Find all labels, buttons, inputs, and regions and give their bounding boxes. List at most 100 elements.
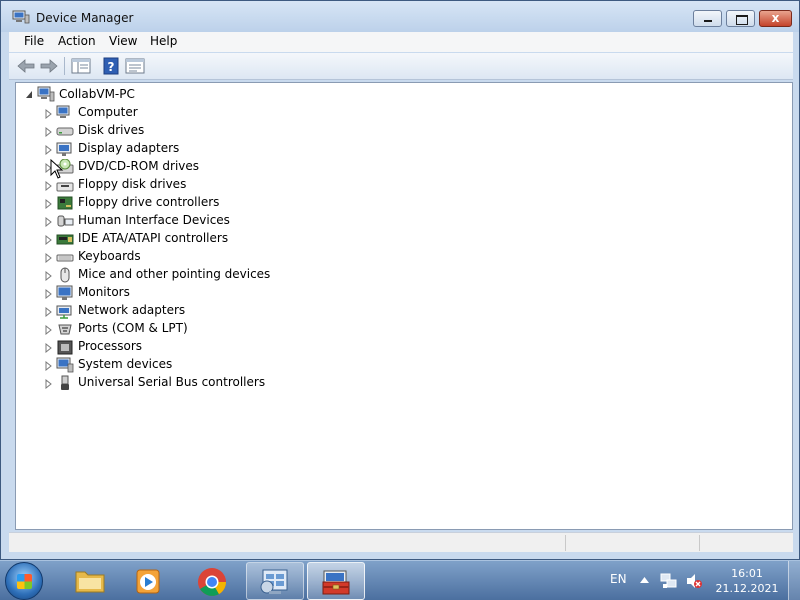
show-hidden-icons-icon[interactable] bbox=[640, 576, 649, 584]
expand-icon[interactable] bbox=[45, 307, 53, 317]
tree-category-label: Display adapters bbox=[78, 141, 180, 155]
floppy-disk-icon bbox=[56, 182, 74, 192]
device-manager-window: Device Manager x File Action View Help ? bbox=[0, 0, 800, 560]
tree-category-label: Keyboards bbox=[78, 249, 141, 263]
expand-icon[interactable] bbox=[45, 235, 53, 245]
media-player-icon bbox=[136, 569, 160, 594]
status-divider bbox=[699, 535, 700, 551]
menu-view[interactable]: View bbox=[109, 34, 137, 48]
minimize-button[interactable] bbox=[693, 10, 722, 27]
close-button[interactable]: x bbox=[759, 10, 792, 27]
title-bar[interactable]: Device Manager x bbox=[1, 1, 799, 32]
control-panel-icon bbox=[260, 569, 288, 594]
clock-date: 21.12.2021 bbox=[715, 582, 779, 595]
expand-icon[interactable] bbox=[45, 253, 53, 263]
expand-icon[interactable] bbox=[45, 145, 53, 155]
port-icon bbox=[58, 324, 72, 335]
tree-category-item[interactable]: Floppy drive controllers bbox=[16, 194, 316, 212]
help-icon[interactable]: ? bbox=[101, 57, 121, 75]
tree-category-label: Disk drives bbox=[78, 123, 145, 137]
tree-category-item[interactable]: Processors bbox=[16, 338, 316, 356]
show-hide-tree-icon[interactable] bbox=[71, 57, 91, 75]
tree-category-label: Universal Serial Bus controllers bbox=[78, 375, 266, 389]
volume-muted-icon[interactable] bbox=[685, 572, 703, 590]
expand-icon[interactable] bbox=[45, 127, 53, 137]
clock[interactable]: 16:01 21.12.2021 bbox=[712, 566, 782, 596]
clock-time: 16:01 bbox=[731, 567, 763, 580]
expand-icon[interactable] bbox=[45, 199, 53, 209]
window-title: Device Manager bbox=[36, 11, 134, 25]
tree-category-label: Computer bbox=[78, 105, 138, 119]
show-desktop-button[interactable] bbox=[788, 561, 800, 600]
tree-category-item[interactable]: Human Interface Devices bbox=[16, 212, 316, 230]
mouse-icon bbox=[60, 267, 70, 283]
chrome-icon bbox=[198, 568, 226, 596]
tree-category-item[interactable]: Display adapters bbox=[16, 140, 316, 158]
expand-icon[interactable] bbox=[45, 325, 53, 335]
keyboard-icon bbox=[56, 254, 74, 262]
tree-category-label: Floppy disk drives bbox=[78, 177, 187, 191]
expand-icon[interactable] bbox=[45, 289, 53, 299]
taskbar-chrome[interactable] bbox=[183, 562, 241, 600]
tree-category-label: Mice and other pointing devices bbox=[78, 267, 271, 281]
expand-icon[interactable] bbox=[45, 343, 53, 353]
tree-category-item[interactable]: Universal Serial Bus controllers bbox=[16, 374, 316, 392]
network-adapter-icon bbox=[56, 305, 72, 319]
taskbar-control-panel[interactable] bbox=[246, 562, 304, 600]
menu-action[interactable]: Action bbox=[58, 34, 96, 48]
tree-category-item[interactable]: Computer bbox=[16, 104, 316, 122]
monitor-icon bbox=[56, 285, 73, 300]
tree-category-item[interactable]: System devices bbox=[16, 356, 316, 374]
taskbar: EN 16:01 21.12.2021 bbox=[0, 560, 800, 600]
expand-icon[interactable] bbox=[45, 217, 53, 227]
expand-icon[interactable] bbox=[45, 109, 53, 119]
device-tree[interactable]: CollabVM-PC Computer Disk drives Display a… bbox=[15, 82, 793, 530]
tree-category-item[interactable]: Mice and other pointing devices bbox=[16, 266, 316, 284]
tree-category-item[interactable]: Monitors bbox=[16, 284, 316, 302]
expand-icon[interactable] bbox=[45, 379, 53, 389]
usb-icon bbox=[61, 375, 69, 390]
taskbar-explorer[interactable] bbox=[61, 562, 119, 600]
tree-category-label: Floppy drive controllers bbox=[78, 195, 220, 209]
device-manager-icon bbox=[12, 10, 30, 24]
collapse-icon[interactable] bbox=[25, 90, 33, 100]
expand-icon[interactable] bbox=[45, 361, 53, 371]
folder-icon bbox=[75, 571, 105, 593]
tree-category-label: IDE ATA/ATAPI controllers bbox=[78, 231, 229, 245]
tree-category-item[interactable]: Disk drives bbox=[16, 122, 316, 140]
maximize-button[interactable] bbox=[726, 10, 755, 27]
forward-arrow-icon[interactable] bbox=[39, 57, 59, 75]
toolbar-separator bbox=[64, 57, 65, 75]
tree-category-label: System devices bbox=[78, 357, 173, 371]
mouse-cursor-icon bbox=[50, 159, 64, 179]
toolbox-icon bbox=[322, 570, 350, 595]
menu-help[interactable]: Help bbox=[150, 34, 177, 48]
ide-controller-icon bbox=[56, 234, 74, 245]
status-divider bbox=[565, 535, 566, 551]
computer-icon bbox=[37, 86, 55, 102]
expand-icon[interactable] bbox=[45, 181, 53, 191]
close-icon: x bbox=[771, 11, 780, 25]
tree-category-label: Processors bbox=[78, 339, 143, 353]
display-adapter-icon bbox=[56, 142, 72, 156]
start-button[interactable] bbox=[5, 562, 43, 600]
tree-category-item[interactable]: IDE ATA/ATAPI controllers bbox=[16, 230, 316, 248]
tree-category-label: Ports (COM & LPT) bbox=[78, 321, 188, 335]
taskbar-device-manager[interactable] bbox=[307, 562, 365, 600]
floppy-controller-icon bbox=[57, 196, 73, 210]
tree-category-item[interactable]: Keyboards bbox=[16, 248, 316, 266]
taskbar-media-player[interactable] bbox=[119, 562, 177, 600]
tree-root[interactable]: CollabVM-PC bbox=[16, 86, 216, 104]
toolbar: ? bbox=[9, 53, 793, 80]
tree-category-label: DVD/CD-ROM drives bbox=[78, 159, 200, 173]
properties-icon[interactable] bbox=[125, 57, 145, 75]
menu-file[interactable]: File bbox=[24, 34, 44, 48]
network-icon[interactable] bbox=[660, 572, 678, 590]
language-indicator[interactable]: EN bbox=[610, 572, 627, 586]
expand-icon[interactable] bbox=[45, 271, 53, 281]
tree-category-label: Monitors bbox=[78, 285, 130, 299]
tree-category-item[interactable]: Network adapters bbox=[16, 302, 316, 320]
tree-category-label: Human Interface Devices bbox=[78, 213, 230, 227]
tree-category-item[interactable]: Ports (COM & LPT) bbox=[16, 320, 316, 338]
back-arrow-icon[interactable] bbox=[16, 57, 36, 75]
